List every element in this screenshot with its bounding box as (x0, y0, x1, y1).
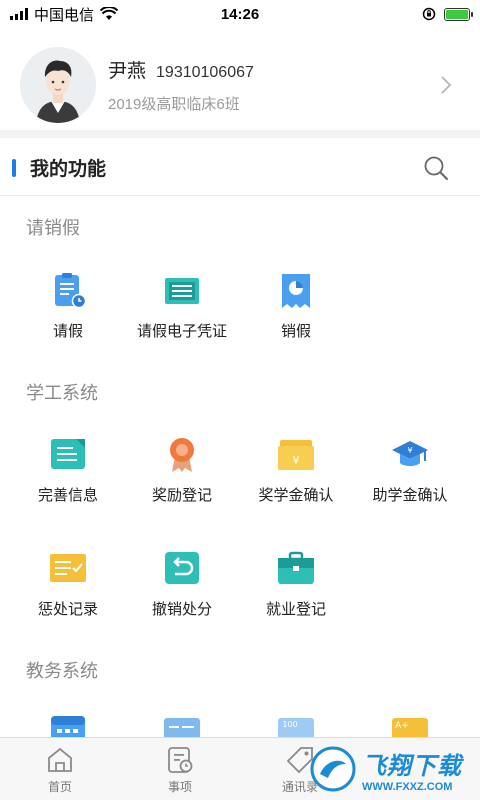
status-right (290, 7, 473, 21)
user-phone: 19310106067 (156, 64, 254, 81)
search-icon (424, 156, 448, 180)
leave-clipboard-icon (55, 273, 87, 309)
tile-employment-registration[interactable]: 就业登记 (236, 542, 356, 642)
cancel-leave-receipt-icon (282, 274, 310, 308)
card-icon (164, 718, 200, 738)
status-left: 中国电信 (10, 4, 190, 25)
tab-tasks[interactable]: 事项 (120, 738, 240, 800)
tile-label: 惩处记录 (37, 601, 98, 618)
tile-revoke-punishment[interactable]: 撤销处分 (122, 542, 242, 642)
carrier-label: 中国电信 (34, 6, 95, 24)
scholarship-envelope-icon: ¥ (278, 440, 314, 470)
watermark-logo: 飞翔下载 WWW.FXXZ.COM (310, 740, 480, 798)
wifi-icon (100, 7, 119, 20)
svg-text:¥: ¥ (407, 446, 412, 455)
profile-info: 尹燕 19310106067 2019级高职临床6班 (108, 56, 426, 114)
tile-label: 奖学金确认 (258, 487, 334, 504)
watermark-text: 飞翔下载 (362, 752, 462, 780)
avatar-illustration (20, 47, 96, 123)
tab-home[interactable]: 首页 (0, 738, 120, 800)
tile-grant-confirm[interactable]: ¥ 助学金确认 (350, 428, 470, 528)
grant-graduation-cap-icon: ¥ (392, 441, 428, 466)
functions-title: 我的功能 (30, 159, 107, 180)
avatar[interactable] (20, 47, 96, 123)
search-button[interactable] (416, 148, 456, 188)
tile-label: 请假电子凭证 (136, 323, 227, 340)
accent-bar (12, 158, 16, 177)
svg-text:¥: ¥ (293, 454, 300, 467)
leave-certificate-icon (165, 278, 199, 304)
tasks-clock-icon (168, 747, 193, 773)
punishment-record-icon (50, 554, 86, 582)
tile-scholarship-confirm[interactable]: ¥ 奖学金确认 (236, 428, 356, 528)
tile-academic-calendar[interactable] (8, 706, 128, 738)
tile-edit-info[interactable]: 完善信息 (8, 428, 128, 528)
score-icon: 100 (278, 718, 314, 738)
tile-academic-grade[interactable]: A+ (350, 706, 470, 738)
tile-academic-card[interactable] (122, 706, 242, 738)
home-icon (48, 747, 72, 772)
grade-icon: A+ (392, 718, 428, 738)
tile-award-registration[interactable]: 奖励登记 (122, 428, 242, 528)
tile-label: 奖励登记 (151, 487, 212, 504)
tile-label: 请假 (52, 323, 83, 340)
tile-punishment-record[interactable]: 惩处记录 (8, 542, 128, 642)
edit-info-icon (51, 439, 85, 469)
employment-briefcase-icon (278, 551, 314, 584)
tab-label: 事项 (167, 780, 192, 794)
tile-label: 撤销处分 (151, 601, 212, 618)
user-class: 2019级高职临床6班 (108, 96, 240, 113)
section-title-academic-affairs: 教务系统 (26, 661, 98, 681)
tile-label: 完善信息 (37, 487, 98, 504)
tab-label: 首页 (47, 780, 72, 794)
grade-text: A+ (395, 721, 409, 731)
tile-label: 助学金确认 (372, 487, 448, 504)
section-student-affairs-row2: 惩处记录 撤销处分 就业登记 (0, 542, 480, 642)
functions-header: 我的功能 (0, 140, 480, 196)
watermark-emblem-icon (310, 746, 356, 792)
section-title-leave: 请销假 (26, 218, 80, 238)
tile-academic-score[interactable]: 100 (236, 706, 356, 738)
profile-card[interactable]: 尹燕 19310106067 2019级高职临床6班 (0, 40, 480, 130)
tile-leave[interactable]: 请假 (8, 264, 128, 364)
section-title-student-affairs: 学工系统 (26, 383, 98, 403)
status-bar: 中国电信 14:26 (0, 0, 480, 28)
signal-icon (10, 8, 28, 20)
section-academic-affairs-grid: 100 A+ (0, 706, 480, 738)
section-leave-grid: 请假 请假电子凭证 销假 (0, 264, 480, 364)
tile-cancel-leave[interactable]: 销假 (236, 264, 356, 364)
award-medal-icon (170, 438, 194, 472)
revoke-undo-icon (165, 552, 199, 584)
clock-time: 14:26 (220, 5, 260, 23)
calendar-icon (51, 716, 85, 738)
score-text: 100 (282, 720, 297, 729)
tile-label: 销假 (280, 323, 311, 340)
tile-label: 就业登记 (265, 601, 326, 618)
battery-icon (444, 7, 473, 21)
chevron-right-icon[interactable] (426, 65, 466, 105)
section-student-affairs-row1: 完善信息 奖励登记 ¥ 奖学金确认 ¥ 助学金确认 (0, 428, 480, 528)
section-divider (0, 130, 480, 138)
tile-leave-certificate[interactable]: 请假电子凭证 (122, 264, 242, 364)
user-name: 尹燕 (108, 61, 147, 82)
watermark-url: WWW.FXXZ.COM (362, 780, 453, 793)
rotation-lock-icon (422, 7, 436, 21)
